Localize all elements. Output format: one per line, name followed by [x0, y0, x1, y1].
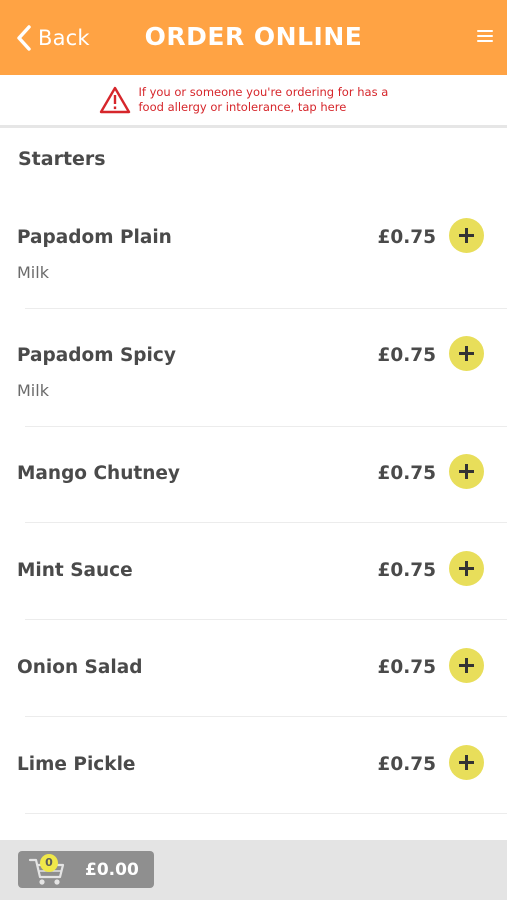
item-name: Mint Sauce [17, 560, 133, 581]
allergy-banner-text: If you or someone you're ordering for ha… [138, 85, 389, 114]
add-item-button[interactable] [449, 745, 484, 780]
item-name: Onion Salad [17, 657, 143, 678]
divider [25, 308, 507, 309]
item-price: £0.75 [377, 227, 436, 248]
divider [25, 522, 507, 523]
divider [25, 716, 507, 717]
header-bar: Back ORDER ONLINE [0, 0, 507, 75]
item-name: Papadom Plain [17, 227, 172, 248]
item-price: £0.75 [377, 754, 436, 775]
add-item-button[interactable] [449, 218, 484, 253]
hamburger-menu-icon[interactable] [477, 30, 493, 44]
item-name: Mango Chutney [17, 463, 180, 484]
divider [25, 619, 507, 620]
item-name: Lime Pickle [17, 754, 136, 775]
item-price: £0.75 [377, 345, 436, 366]
basket-button[interactable]: 0 £0.00 [18, 851, 154, 888]
warning-triangle-icon [99, 86, 130, 114]
divider [25, 426, 507, 427]
divider [25, 813, 507, 814]
add-item-button[interactable] [449, 551, 484, 586]
item-allergen: Milk [17, 381, 49, 400]
cart-count-badge: 0 [40, 854, 58, 872]
basket-total: £0.00 [85, 860, 139, 880]
footer-bar: 0 £0.00 [0, 840, 507, 900]
item-price: £0.75 [377, 657, 436, 678]
allergy-banner[interactable]: If you or someone you're ordering for ha… [0, 75, 507, 128]
page-title: ORDER ONLINE [144, 22, 363, 51]
order-online-screen: Back ORDER ONLINE If you or someone you'… [0, 0, 507, 900]
item-name: Papadom Spicy [17, 345, 176, 366]
section-title: Starters [18, 148, 106, 170]
item-price: £0.75 [377, 463, 436, 484]
add-item-button[interactable] [449, 454, 484, 489]
item-price: £0.75 [377, 560, 436, 581]
add-item-button[interactable] [449, 648, 484, 683]
item-allergen: Milk [17, 263, 49, 282]
add-item-button[interactable] [449, 336, 484, 371]
